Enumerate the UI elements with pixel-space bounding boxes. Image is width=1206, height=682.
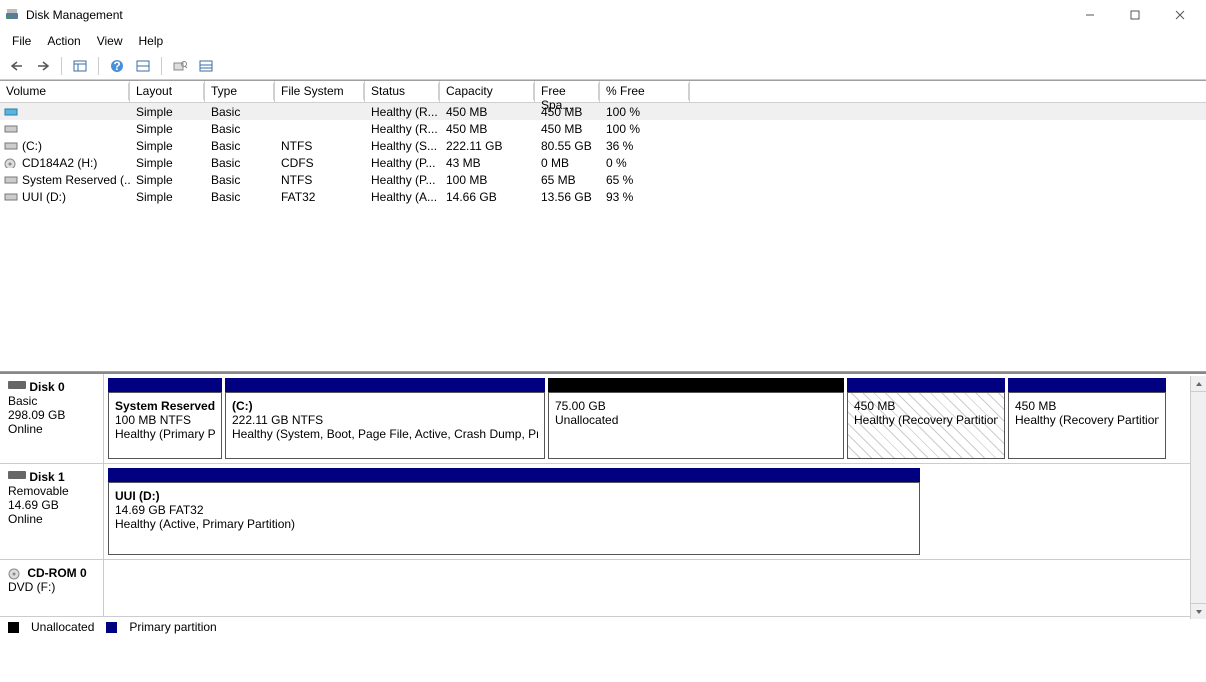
scroll-down-icon[interactable] — [1191, 603, 1206, 619]
app-icon — [4, 7, 20, 23]
col-layout[interactable]: Layout — [130, 81, 205, 102]
volume-table-header: Volume Layout Type File System Status Ca… — [0, 81, 1206, 103]
swatch-unallocated — [8, 622, 19, 633]
disk1-size: 14.69 GB — [8, 498, 59, 512]
col-status[interactable]: Status — [365, 81, 440, 102]
col-pctfree[interactable]: % Free — [600, 81, 690, 102]
table-row[interactable]: (C:)SimpleBasicNTFSHealthy (S...222.11 G… — [0, 137, 1206, 154]
disk0-type: Basic — [8, 394, 37, 408]
title-bar: Disk Management — [0, 0, 1206, 30]
swatch-primary — [106, 622, 117, 633]
col-capacity[interactable]: Capacity — [440, 81, 535, 102]
partition[interactable]: System Reserved (100 MB NTFSHealthy (Pri… — [108, 378, 222, 459]
toolbar: ? — [0, 52, 1206, 80]
partition[interactable]: 450 MBHealthy (Recovery Partition) — [1008, 378, 1166, 459]
cdrom0-partitions — [104, 560, 1206, 616]
volume-table: Volume Layout Type File System Status Ca… — [0, 80, 1206, 372]
disk-icon — [8, 381, 26, 389]
menu-bar: File Action View Help — [0, 30, 1206, 52]
disk0-name: Disk 0 — [29, 380, 64, 394]
disk1-name: Disk 1 — [29, 470, 64, 484]
view-bottom-button[interactable] — [132, 56, 154, 76]
partition[interactable]: 450 MBHealthy (Recovery Partition) — [847, 378, 1005, 459]
help-button[interactable]: ? — [106, 56, 128, 76]
window-title: Disk Management — [26, 8, 1067, 22]
legend-primary-label: Primary partition — [129, 620, 216, 634]
legend: Unallocated Primary partition — [0, 616, 1206, 637]
scroll-up-icon[interactable] — [1191, 376, 1206, 392]
partition[interactable]: (C:)222.11 GB NTFSHealthy (System, Boot,… — [225, 378, 545, 459]
partition[interactable]: 75.00 GBUnallocated — [548, 378, 844, 459]
cdrom0-name: CD-ROM 0 — [27, 566, 86, 580]
partition[interactable]: UUI (D:)14.69 GB FAT32Healthy (Active, P… — [108, 468, 920, 555]
table-row[interactable]: CD184A2 (H:)SimpleBasicCDFSHealthy (P...… — [0, 154, 1206, 171]
menu-file[interactable]: File — [4, 32, 39, 50]
svg-text:?: ? — [113, 59, 120, 73]
disk0-size: 298.09 GB — [8, 408, 65, 422]
menu-action[interactable]: Action — [39, 32, 88, 50]
cdrom0-type: DVD (F:) — [8, 580, 55, 594]
view-top-button[interactable] — [69, 56, 91, 76]
cdrom0-label[interactable]: CD-ROM 0 DVD (F:) — [0, 560, 104, 616]
table-row[interactable]: SimpleBasicHealthy (R...450 MB450 MB100 … — [0, 103, 1206, 120]
disk0-partitions: System Reserved (100 MB NTFSHealthy (Pri… — [104, 374, 1206, 463]
table-row[interactable]: SimpleBasicHealthy (R...450 MB450 MB100 … — [0, 120, 1206, 137]
volume-table-body: SimpleBasicHealthy (R...450 MB450 MB100 … — [0, 103, 1206, 371]
close-button[interactable] — [1157, 1, 1202, 29]
disk0-status: Online — [8, 422, 43, 436]
scrollbar[interactable] — [1190, 376, 1206, 619]
col-type[interactable]: Type — [205, 81, 275, 102]
disk1-type: Removable — [8, 484, 69, 498]
forward-button[interactable] — [32, 56, 54, 76]
disk1-status: Online — [8, 512, 43, 526]
table-row[interactable]: System Reserved (...SimpleBasicNTFSHealt… — [0, 171, 1206, 188]
disk1-partitions: UUI (D:)14.69 GB FAT32Healthy (Active, P… — [104, 464, 1206, 559]
menu-view[interactable]: View — [89, 32, 131, 50]
table-row[interactable]: UUI (D:)SimpleBasicFAT32Healthy (A...14.… — [0, 188, 1206, 205]
disk-icon — [8, 471, 26, 479]
minimize-button[interactable] — [1067, 1, 1112, 29]
cdrom0-row: CD-ROM 0 DVD (F:) — [0, 560, 1206, 616]
col-filesystem[interactable]: File System — [275, 81, 365, 102]
back-button[interactable] — [6, 56, 28, 76]
disk0-row: Disk 0 Basic 298.09 GB Online System Res… — [0, 374, 1206, 464]
maximize-button[interactable] — [1112, 1, 1157, 29]
list-button[interactable] — [195, 56, 217, 76]
col-free[interactable]: Free Spa... — [535, 81, 600, 102]
menu-help[interactable]: Help — [131, 32, 172, 50]
disk-graphical-pane: Disk 0 Basic 298.09 GB Online System Res… — [0, 372, 1206, 637]
disk0-label[interactable]: Disk 0 Basic 298.09 GB Online — [0, 374, 104, 463]
disk1-row: Disk 1 Removable 14.69 GB Online UUI (D:… — [0, 464, 1206, 560]
disk1-label[interactable]: Disk 1 Removable 14.69 GB Online — [0, 464, 104, 559]
settings-button[interactable] — [169, 56, 191, 76]
col-volume[interactable]: Volume — [0, 81, 130, 102]
legend-unallocated-label: Unallocated — [31, 620, 94, 634]
